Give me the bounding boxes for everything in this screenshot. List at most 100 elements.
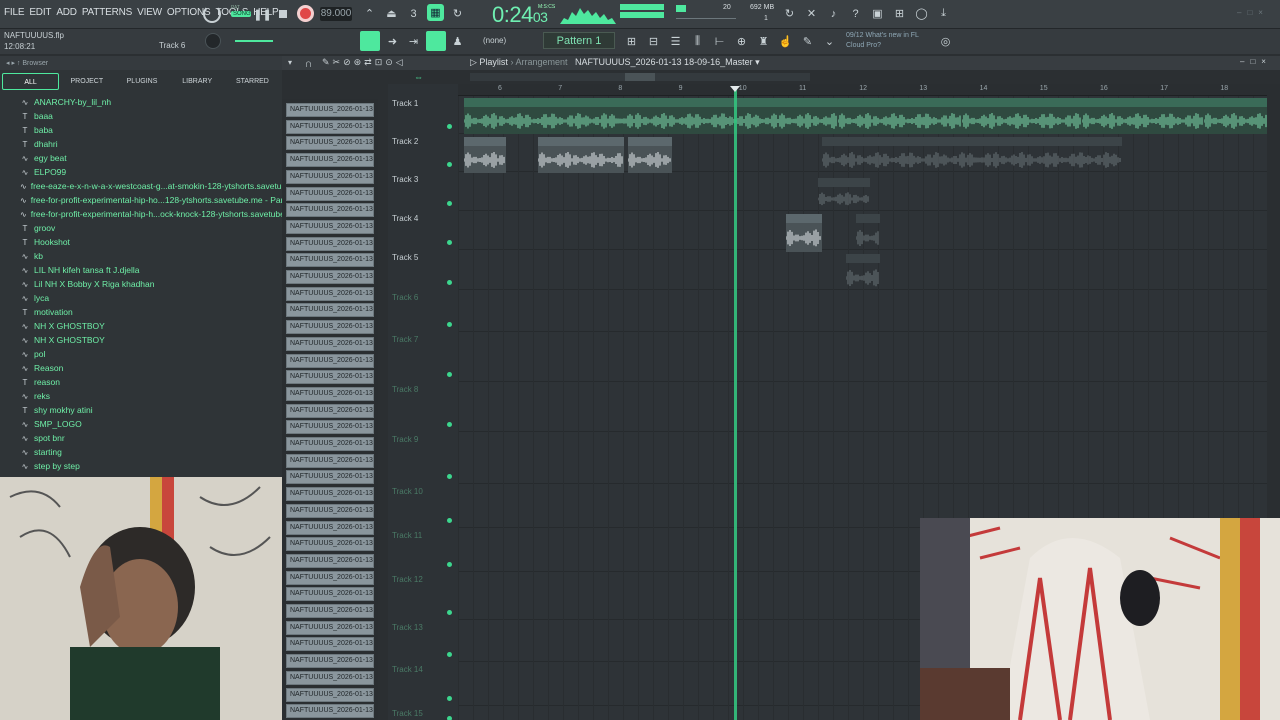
track-mute-led[interactable] xyxy=(447,124,452,129)
clip-source-item[interactable]: NAFTUUUUS_2026-01-13... xyxy=(286,437,374,451)
snap-selector[interactable]: (none) xyxy=(483,36,506,45)
record-button[interactable] xyxy=(297,5,314,22)
audio-clip[interactable]: ANARCHY-by_lil_nh xyxy=(962,98,1082,134)
clip-source-item[interactable]: NAFTUUUUS_2026-01-13... xyxy=(286,119,374,134)
clip-source-item[interactable]: NAFTUUUUS_2026-01-13... xyxy=(286,553,374,568)
master-volume-slider[interactable] xyxy=(676,18,736,19)
clip-source-item[interactable]: NAFTUUUUS_2026-01-13... xyxy=(286,303,374,318)
clip-source-item[interactable]: NAFTUUUUS_2026-01-13... xyxy=(286,587,374,602)
track-label[interactable]: Track 15 xyxy=(392,709,423,718)
clip-source-item[interactable]: NAFTUUUUS_2026-01-13... xyxy=(286,537,374,552)
clip-source-item[interactable]: NAFTUUUUS_2026-01-13... xyxy=(286,620,374,635)
browser-item[interactable]: ∿ free-eaze-e-x-n-w-a-x-westcoast-g...at-… xyxy=(20,179,282,193)
track-label[interactable]: Track 12 xyxy=(392,575,423,584)
clip-source-item[interactable]: NAFTUUUUS_2026-01-13... xyxy=(286,637,374,652)
browser-item[interactable]: ∿ starting xyxy=(20,445,282,459)
countdown-icon[interactable]: 3 xyxy=(405,5,422,22)
tools-icon[interactable]: ✕ xyxy=(803,5,820,22)
browser-item[interactable]: ∿ NH X GHOSTBOY xyxy=(20,319,282,333)
clip-source-item[interactable]: NAFTUUUUS_2026-01-13... xyxy=(286,286,374,301)
mixer-icon[interactable]: ⊞ xyxy=(891,5,908,22)
audio-clip[interactable]: ANARCHY-by_lil_nh xyxy=(464,98,838,134)
audio-clip[interactable]: NAFTUUUUS_2026-01-13 18-09-16_Master xyxy=(822,137,1122,173)
microphone-icon[interactable]: ♪ xyxy=(825,5,842,22)
time-ruler[interactable]: 6 7 8 9 10 11 12 13 14 15 16 17 18 xyxy=(458,84,1267,96)
playlist-view-icon[interactable] xyxy=(360,31,380,51)
track-label[interactable]: Track 2 xyxy=(392,137,418,146)
clip-source-item[interactable]: NAFTUUUUS_2026-01-13... xyxy=(286,604,374,618)
menu-edit[interactable]: EDIT xyxy=(29,7,51,18)
clip-source-item[interactable]: NAFTUUUUS_2026-01-13... xyxy=(286,654,374,669)
arrangement-dropdown-icon[interactable]: ▾ xyxy=(753,57,760,67)
news-panel[interactable]: 09/12 What's new in FL Cloud Pro? xyxy=(846,31,919,51)
chat-icon[interactable]: ◯ xyxy=(913,5,930,22)
tab-plugins[interactable]: PLUGINS xyxy=(114,73,169,90)
playlist-window-controls[interactable]: –□× xyxy=(1240,57,1272,66)
browser-item[interactable]: ∿ lyca xyxy=(20,291,282,305)
menu-add[interactable]: ADD xyxy=(56,7,77,18)
clip-source-item[interactable]: NAFTUUUUS_2026-01-13... xyxy=(286,203,374,218)
clip-source-item[interactable]: NAFTUUUUS_2026-01-13... xyxy=(286,270,374,284)
scrollbar-thumb[interactable] xyxy=(625,73,655,81)
clip-source-item[interactable]: NAFTUUUUS_2026-01-13... xyxy=(286,103,374,117)
clip-source-item[interactable]: NAFTUUUUS_2026-01-13... xyxy=(286,370,374,385)
browser-item[interactable]: T Hookshot xyxy=(20,235,282,249)
browser-item[interactable]: Tmotivation xyxy=(20,305,282,319)
track-label[interactable]: Track 13 xyxy=(392,623,423,632)
track-label[interactable]: Track 6 xyxy=(392,293,418,302)
touch-icon[interactable]: ☝ xyxy=(777,33,794,50)
track-label[interactable]: Track 8 xyxy=(392,385,418,394)
track-mute-led[interactable] xyxy=(447,162,452,167)
song-pattern-toggle[interactable]: PAT SONG xyxy=(231,5,251,23)
piano-roll-icon[interactable]: ☰ xyxy=(667,33,684,50)
browser-item[interactable]: ∿ ANARCHY-by_lil_nh xyxy=(20,95,282,109)
audio-clip[interactable]: NAFTUUUUS_2_0_Insert 5 xyxy=(538,137,624,173)
loop-record-icon[interactable]: ↻ xyxy=(449,5,466,22)
clip-source-item[interactable]: NAFTUUUUS_2026-01-13... xyxy=(286,136,374,151)
master-volume-fader[interactable] xyxy=(235,40,273,42)
browser-item[interactable]: ∿ free-for-profit-experimental-hip-ho...1… xyxy=(20,193,282,207)
track-label[interactable]: Track 7 xyxy=(392,335,418,344)
globe-icon[interactable]: ◎ xyxy=(937,33,954,50)
pause-button[interactable]: ❚❚ xyxy=(253,6,271,23)
clip-source-item[interactable]: NAFTUUUUS_2026-01-13... xyxy=(286,420,374,435)
audio-clip[interactable]: ANARCH...lil_nh xyxy=(1204,98,1267,134)
browser-arrows-icon[interactable]: ◂ ▸ ↑ xyxy=(6,60,22,67)
clip-source-item[interactable]: NAFTUUUUS_2026-01-13... xyxy=(286,704,374,719)
track-mute-led[interactable] xyxy=(447,696,452,701)
track-mute-led[interactable] xyxy=(447,422,452,427)
audio-clip[interactable]: NAFTUU...ert 5 xyxy=(818,178,870,210)
clip-source-item[interactable]: NAFTUUUUS_2026-01-13... xyxy=(286,386,374,401)
menu-patterns[interactable]: PATTERNS xyxy=(82,7,132,18)
zoom-icon[interactable]: ⇔ xyxy=(414,72,454,82)
clip-source-item[interactable]: NAFTUUUUS_2026-01-13... xyxy=(286,470,374,485)
track-mute-led[interactable] xyxy=(447,518,452,523)
clip-source-item[interactable]: NAFTUUUUS_2026-01-13... xyxy=(286,453,374,468)
record-audio-icon[interactable]: ⌄ xyxy=(821,33,838,50)
audio-clip[interactable]: ANARCHY-by_lil_nh xyxy=(1082,98,1204,134)
wait-input-icon[interactable]: ⏏ xyxy=(383,5,400,22)
audio-clip[interactable]: ANARCHY-by_lil_nh xyxy=(838,98,962,134)
clip-source-item[interactable]: NAFTUUUUS_2026-01-13... xyxy=(286,487,374,502)
clip-source-item[interactable]: NAFTUUUUS_2026-01-13... xyxy=(286,253,374,268)
clip-source-item[interactable]: NAFTUUUUS_2026-01-13... xyxy=(286,570,374,585)
master-pitch-knob[interactable] xyxy=(205,33,221,49)
browser-item[interactable]: ∿ LIL NH kifeh tansa ft J.djella xyxy=(20,263,282,277)
clip-source-item[interactable]: NAFTUUUUS_2026-01-13... xyxy=(286,670,374,685)
stop-button[interactable] xyxy=(279,10,287,18)
browser-item[interactable]: ∿ kb xyxy=(20,249,282,263)
audio-clip[interactable]: NAFT...t 5 xyxy=(786,214,822,252)
browser-item[interactable]: ∿ ELPO99 xyxy=(20,165,282,179)
clip-source-item[interactable]: NAFTUUUUS_2026-01-13... xyxy=(286,219,374,234)
audio-clip[interactable]: NA... xyxy=(856,214,880,252)
audio-clip[interactable]: NAFTU...rt 5 xyxy=(628,137,672,173)
browser-item[interactable]: ∿ spot bnr xyxy=(20,431,282,445)
tab-library[interactable]: LIBRARY xyxy=(170,73,225,90)
track-mute-led[interactable] xyxy=(447,240,452,245)
track-mute-led[interactable] xyxy=(447,372,452,377)
browser-item[interactable]: ∿ reks xyxy=(20,389,282,403)
track-label[interactable]: Track 3 xyxy=(392,175,418,184)
plugin-picker-icon[interactable]: ⊕ xyxy=(733,33,750,50)
metronome-icon[interactable]: ⌃ xyxy=(361,5,378,22)
track-label[interactable]: Track 5 xyxy=(392,253,418,262)
